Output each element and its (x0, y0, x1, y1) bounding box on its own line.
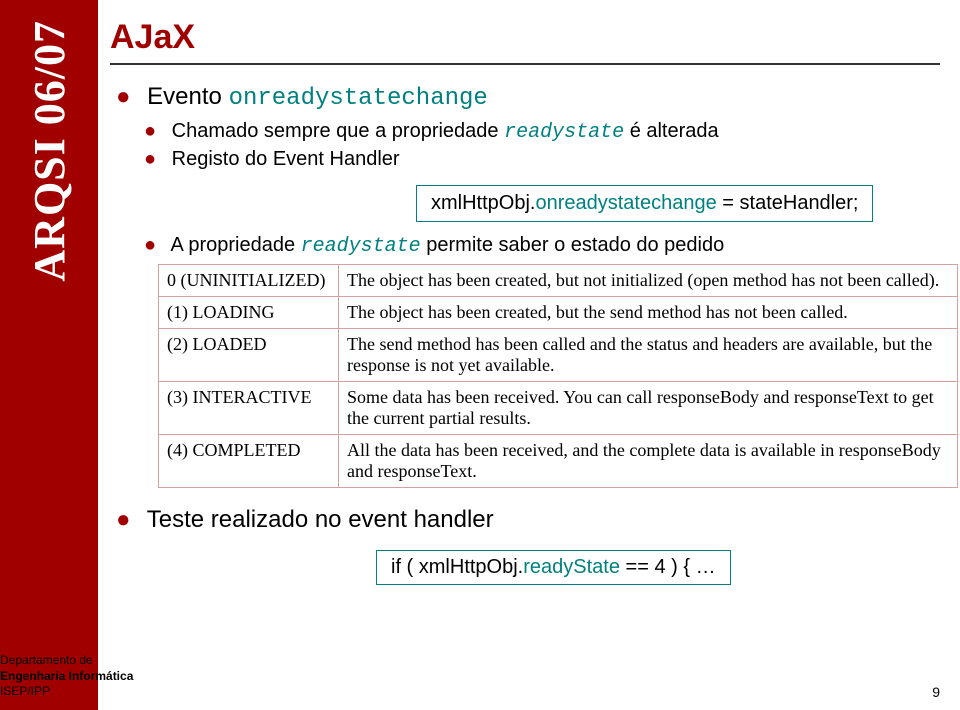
codebox-mid: onreadystatechange (535, 192, 716, 214)
sub1-tail: é alterada (630, 120, 719, 142)
left-band: ARQSI 06/07 (0, 0, 98, 710)
readystate-table: 0 (UNINITIALIZED)The object has been cre… (158, 264, 958, 488)
page-number: 9 (932, 684, 940, 700)
desc-cell: All the data has been received, and the … (339, 435, 958, 488)
table-row: 0 (UNINITIALIZED)The object has been cre… (159, 265, 958, 297)
desc-cell: Some data has been received. You can cal… (339, 382, 958, 435)
left-band-title: ARQSI 06/07 (24, 20, 75, 282)
sub1-text: Chamado sempre que a propriedade (172, 120, 499, 142)
codebox-suffix: = stateHandler; (717, 192, 859, 214)
evento-code: onreadystatechange (229, 85, 488, 112)
dept-line1: Departamento de (0, 653, 133, 669)
state-cell: (2) LOADED (159, 329, 339, 382)
dept-line2: Engenharia Informática (0, 669, 133, 685)
sub1-code: readystate (504, 121, 624, 144)
bullet-sub1: ● Chamado sempre que a propriedade ready… (144, 120, 940, 144)
table-row: (1) LOADINGThe object has been created, … (159, 297, 958, 329)
state-cell: (1) LOADING (159, 297, 339, 329)
code-box-register: xmlHttpObj.onreadystatechange = stateHan… (416, 185, 873, 222)
state-cell: (3) INTERACTIVE (159, 382, 339, 435)
desc-cell: The object has been created, but not ini… (339, 265, 958, 297)
bullet-sub2: ● Registo do Event Handler (144, 148, 940, 171)
codebox-prefix: xmlHttpObj. (431, 192, 535, 214)
table-body: 0 (UNINITIALIZED)The object has been cre… (159, 265, 958, 488)
footer-dept: Departamento de Engenharia Informática I… (0, 653, 133, 700)
code-box-test: if ( xmlHttpObj.readyState == 4 ) { … (376, 550, 731, 585)
table-row: (4) COMPLETEDAll the data has been recei… (159, 435, 958, 488)
title-rule (110, 63, 940, 65)
state-cell: (4) COMPLETED (159, 435, 339, 488)
sub2-text: Registo do Event Handler (172, 148, 400, 170)
footer-code-b: readyState (523, 556, 620, 578)
bullet-icon: ● (144, 120, 156, 142)
desc-cell: The send method has been called and the … (339, 329, 958, 382)
state-cell: 0 (UNINITIALIZED) (159, 265, 339, 297)
bullet-evento: ● Evento onreadystatechange (116, 83, 940, 112)
bullet-list: ● Evento onreadystatechange ● Chamado se… (116, 83, 940, 585)
bullet-icon: ● (116, 506, 131, 533)
sub3-a: A propriedade (171, 234, 296, 256)
teste-text: Teste realizado no event handler (147, 506, 494, 533)
slide-content: AJaX ● Evento onreadystatechange ● Chama… (110, 0, 940, 585)
sub3-b: permite saber o estado do pedido (426, 234, 724, 256)
slide-title: AJaX (110, 18, 940, 57)
bullet-sub3: ● A propriedade readystate permite saber… (144, 234, 940, 258)
footer-code-c: == 4 ) { … (620, 556, 716, 578)
sub3-code: readystate (301, 235, 421, 258)
footer-code-a: if ( xmlHttpObj. (391, 556, 523, 578)
table-row: (2) LOADEDThe send method has been calle… (159, 329, 958, 382)
bullet-icon: ● (116, 83, 131, 110)
evento-label: Evento (147, 83, 222, 110)
bullet-icon: ● (144, 234, 156, 256)
bullet-teste: ● Teste realizado no event handler (116, 506, 940, 534)
bullet-icon: ● (144, 148, 156, 170)
table-row: (3) INTERACTIVESome data has been receiv… (159, 382, 958, 435)
dept-line3: ISEP/IPP (0, 684, 133, 700)
desc-cell: The object has been created, but the sen… (339, 297, 958, 329)
